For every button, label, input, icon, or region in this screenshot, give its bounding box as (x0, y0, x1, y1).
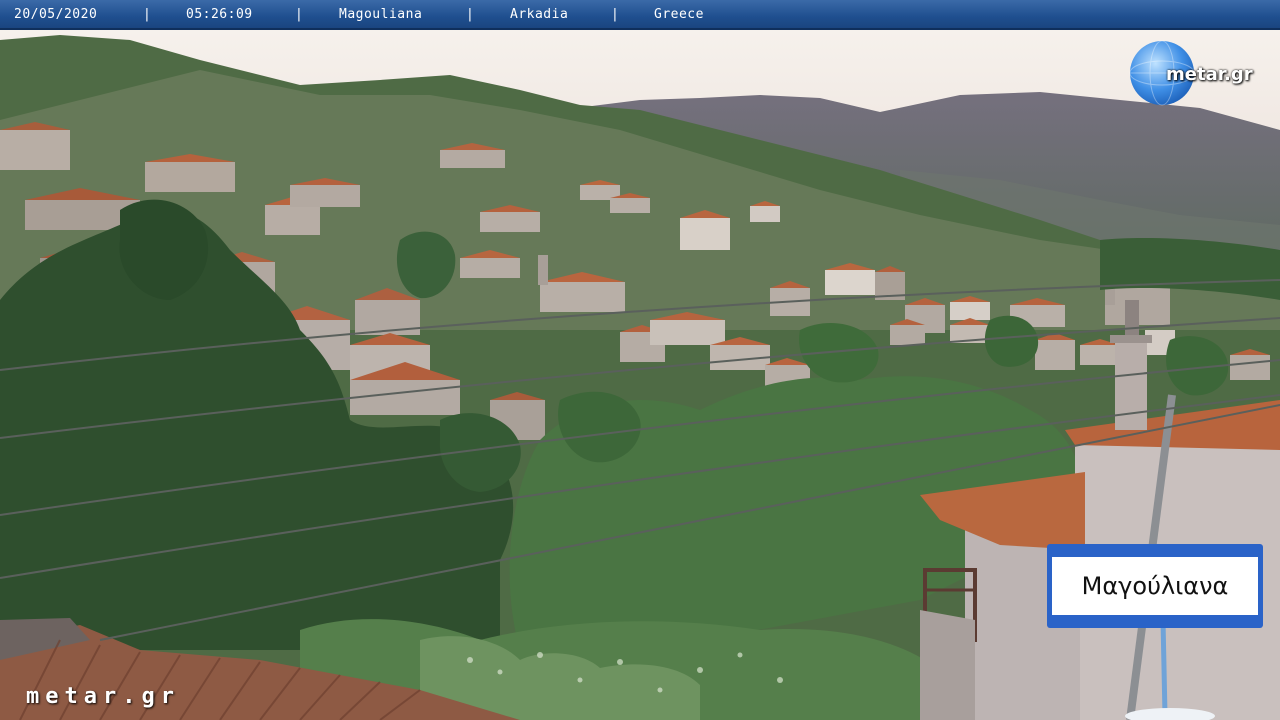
logo-text: metar.gr (1166, 64, 1253, 85)
separator: | (295, 7, 304, 22)
separator: | (143, 7, 152, 22)
info-bar: 20/05/2020 | 05:26:09 | Magouliana | Ark… (0, 0, 1280, 30)
country-text: Greece (654, 7, 704, 22)
sign-text: Μαγούλιανα (1082, 572, 1229, 600)
church-tower (538, 255, 548, 285)
watermark: metar.gr (26, 684, 180, 709)
region-text: Arkadia (510, 7, 569, 22)
webcam-scene: Μαγούλιανα (0, 30, 1280, 720)
separator: | (466, 7, 475, 22)
metar-logo: metar.gr (1128, 38, 1278, 108)
village-sign: Μαγούλιανα (1047, 544, 1263, 628)
village-text: Magouliana (339, 7, 423, 22)
sign-post (1160, 619, 1168, 716)
date-text: 20/05/2020 (14, 7, 98, 22)
separator: | (611, 7, 620, 22)
time-text: 05:26:09 (186, 7, 253, 22)
